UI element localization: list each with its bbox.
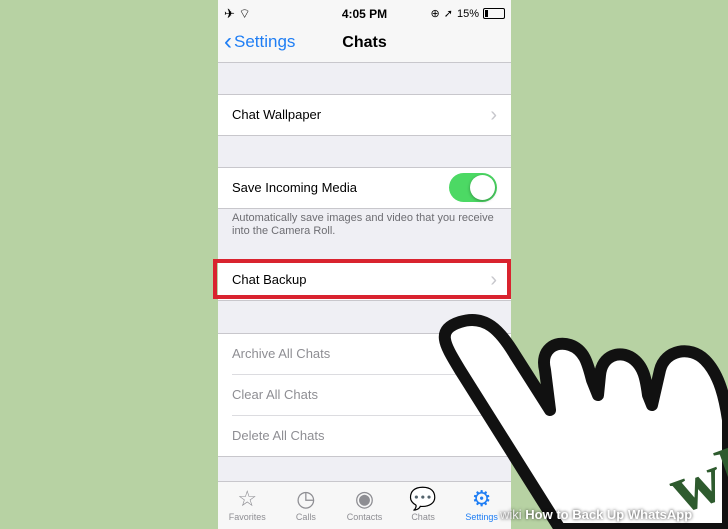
tab-label: Contacts [346, 512, 383, 522]
clear-all-label: Clear All Chats [232, 387, 318, 402]
person-icon: ◉ [354, 486, 375, 511]
location-icon: ➚ [443, 8, 453, 20]
battery-icon [483, 8, 505, 19]
watermark: wiki How to Back Up WhatsApp [500, 507, 693, 522]
wallpaper-group: Chat Wallpaper › [218, 94, 511, 136]
star-icon: ☆ [237, 486, 258, 511]
chevron-right-icon: › [490, 104, 497, 126]
tab-calls[interactable]: ◷ Calls [277, 482, 336, 529]
tab-label: Favorites [228, 512, 266, 522]
archive-all-label: Archive All Chats [232, 346, 331, 361]
tab-contacts[interactable]: ◉ Contacts [335, 482, 394, 529]
lock-rotation-icon: ⊕ [430, 8, 440, 20]
chat-wallpaper-label: Chat Wallpaper [232, 107, 322, 122]
pointing-hand-illustration: wH [438, 314, 728, 529]
save-media-toggle[interactable] [449, 173, 497, 202]
status-right: ⊕ ➚ 15% [431, 7, 505, 20]
status-bar: ✈ ⌔ 4:05 PM ⊕ ➚ 15% [218, 0, 511, 26]
battery-percent: 15% [456, 7, 479, 20]
media-group: Save Incoming Media [218, 167, 511, 209]
save-media-label: Save Incoming Media [232, 180, 358, 195]
page-title: Chats [342, 34, 387, 51]
delete-all-label: Delete All Chats [232, 428, 325, 443]
toggle-knob [470, 175, 495, 200]
tab-label: Calls [295, 512, 316, 522]
media-footnote: Automatically save images and video that… [232, 212, 494, 237]
chat-backup-highlight [213, 259, 511, 299]
chat-wallpaper-row[interactable]: Chat Wallpaper › [218, 95, 511, 135]
clock-icon: ◷ [296, 486, 316, 511]
save-media-row: Save Incoming Media [218, 168, 511, 208]
tab-favorites[interactable]: ☆ Favorites [218, 482, 277, 529]
nav-bar: ‹ Settings Chats [218, 26, 511, 63]
